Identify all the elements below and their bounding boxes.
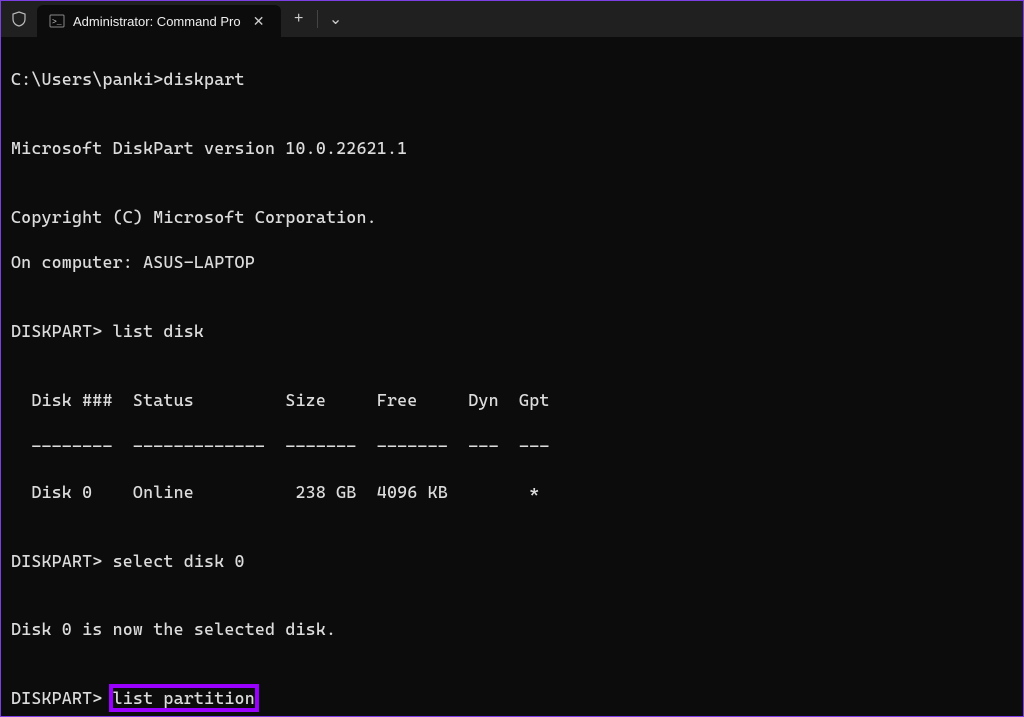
titlebar: >_ Administrator: Command Pro ✕ + ⌄	[1, 1, 1023, 37]
prompt-line: C:\Users\panki>diskpart	[11, 68, 1013, 91]
uac-shield-icon	[1, 1, 37, 37]
tab-actions: + ⌄	[281, 1, 354, 37]
tab-label: Administrator: Command Pro	[73, 14, 241, 29]
version-line: Microsoft DiskPart version 10.0.22621.1	[11, 137, 1013, 160]
cmd-text: list partition	[113, 688, 255, 708]
copyright-line: Copyright (C) Microsoft Corporation.	[11, 206, 1013, 229]
terminal-body[interactable]: C:\Users\panki>diskpart Microsoft DiskPa…	[1, 37, 1023, 717]
new-tab-button[interactable]: +	[281, 1, 317, 37]
cmd-icon: >_	[49, 13, 65, 29]
select-msg: Disk 0 is now the selected disk.	[11, 618, 1013, 641]
svg-text:>_: >_	[52, 18, 62, 27]
tab-active[interactable]: >_ Administrator: Command Pro ✕	[37, 5, 281, 37]
terminal-window: >_ Administrator: Command Pro ✕ + ⌄ C:\U…	[0, 0, 1024, 717]
disk-header: Disk ### Status Size Free Dyn Gpt	[11, 389, 1013, 412]
disk-row: Disk 0 Online 238 GB 4096 KB *	[11, 481, 1013, 504]
tab-close-button[interactable]: ✕	[249, 13, 269, 30]
computer-line: On computer: ASUS-LAPTOP	[11, 251, 1013, 274]
cmd-list-disk: DISKPART> list disk	[11, 320, 1013, 343]
cmd-select-disk: DISKPART> select disk 0	[11, 550, 1013, 573]
disk-rule: -------- ------------- ------- ------- -…	[11, 435, 1013, 458]
tab-dropdown-button[interactable]: ⌄	[318, 1, 354, 37]
cmd-list-partition: DISKPART> list partition	[11, 687, 1013, 710]
diskpart-prompt: DISKPART>	[11, 688, 113, 708]
